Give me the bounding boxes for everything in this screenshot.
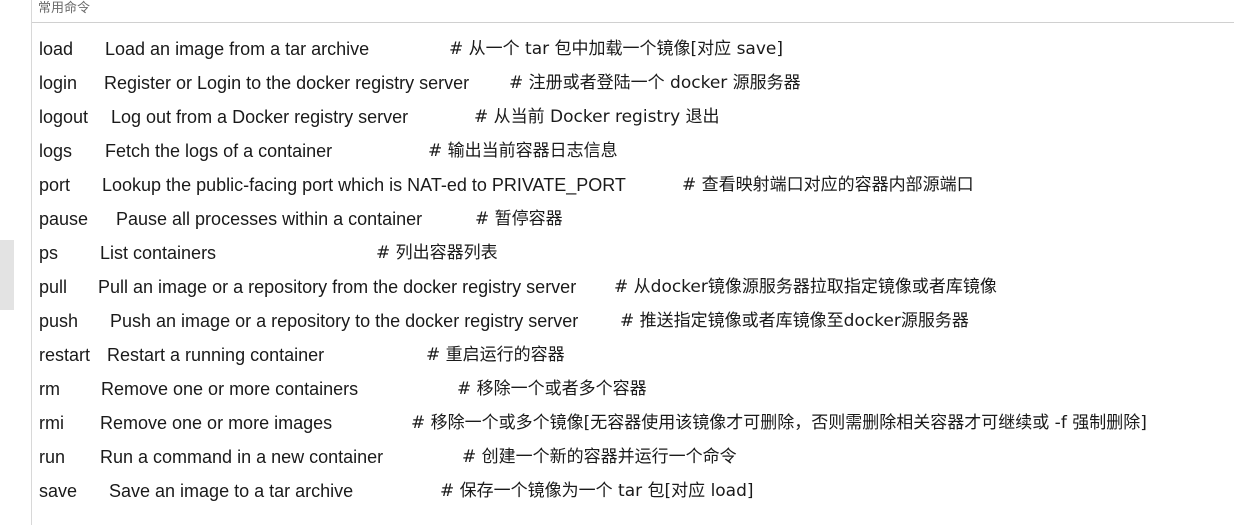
command-name: ps — [39, 243, 59, 263]
command-description: Load an image from a tar archive — [105, 39, 370, 59]
command-description: Log out from a Docker registry server — [111, 107, 409, 127]
command-comment: # 查看映射端口对应的容器内部源端口 — [682, 175, 974, 195]
command-description: Restart a running container — [107, 345, 325, 365]
command-comment: # 重启运行的容器 — [426, 345, 565, 365]
command-description: Remove one or more images — [100, 413, 333, 433]
command-comment: # 创建一个新的容器并运行一个命令 — [462, 447, 737, 467]
document-view: 常用命令 load Load an image from a tar archi… — [0, 0, 1234, 525]
command-description: Pause all processes within a container — [116, 209, 423, 229]
command-name: port — [39, 175, 71, 195]
vertical-scrollbar[interactable] — [0, 0, 14, 525]
command-comment: # 暂停容器 — [475, 209, 563, 229]
command-description: Remove one or more containers — [101, 379, 359, 399]
command-description: Push an image or a repository to the doc… — [110, 311, 579, 331]
command-name: restart — [39, 345, 91, 365]
command-name: logout — [39, 107, 89, 127]
command-name: run — [39, 447, 66, 467]
command-description: Fetch the logs of a container — [105, 141, 333, 161]
command-name: save — [39, 481, 78, 501]
command-description: Save an image to a tar archive — [109, 481, 354, 501]
command-name: rmi — [39, 413, 64, 433]
command-name: logs — [39, 141, 73, 161]
content-border — [31, 0, 32, 525]
command-name: pause — [39, 209, 89, 229]
command-name: push — [39, 311, 79, 331]
command-description: List containers — [100, 243, 217, 263]
command-name: login — [39, 73, 78, 93]
command-comment: # 输出当前容器日志信息 — [428, 141, 618, 161]
command-description: Pull an image or a repository from the d… — [98, 277, 577, 297]
command-name: rm — [39, 379, 60, 399]
command-comment: # 列出容器列表 — [376, 243, 498, 263]
scrollbar-thumb[interactable] — [0, 240, 14, 310]
command-name: load — [39, 39, 74, 59]
command-comment: # 移除一个或者多个容器 — [457, 379, 647, 399]
command-comment: # 推送指定镜像或者库镜像至docker源服务器 — [620, 311, 969, 331]
section-title: 常用命令 — [38, 1, 91, 16]
command-name: pull — [39, 277, 68, 297]
command-description: Run a command in a new container — [100, 447, 384, 467]
header-divider — [32, 22, 1234, 23]
command-description: Lookup the public-facing port which is N… — [102, 175, 626, 195]
command-comment: # 从一个 tar 包中加载一个镜像[对应 save] — [449, 39, 783, 59]
command-comment: # 注册或者登陆一个 docker 源服务器 — [509, 73, 801, 93]
command-description: Register or Login to the docker registry… — [104, 73, 470, 93]
command-comment: # 从当前 Docker registry 退出 — [474, 107, 720, 127]
command-comment: # 从docker镜像源服务器拉取指定镜像或者库镜像 — [614, 277, 997, 297]
command-comment: # 移除一个或多个镜像[无容器使用该镜像才可删除，否则需删除相关容器才可继续或 … — [411, 413, 1147, 433]
command-comment: # 保存一个镜像为一个 tar 包[对应 load] — [440, 481, 754, 501]
